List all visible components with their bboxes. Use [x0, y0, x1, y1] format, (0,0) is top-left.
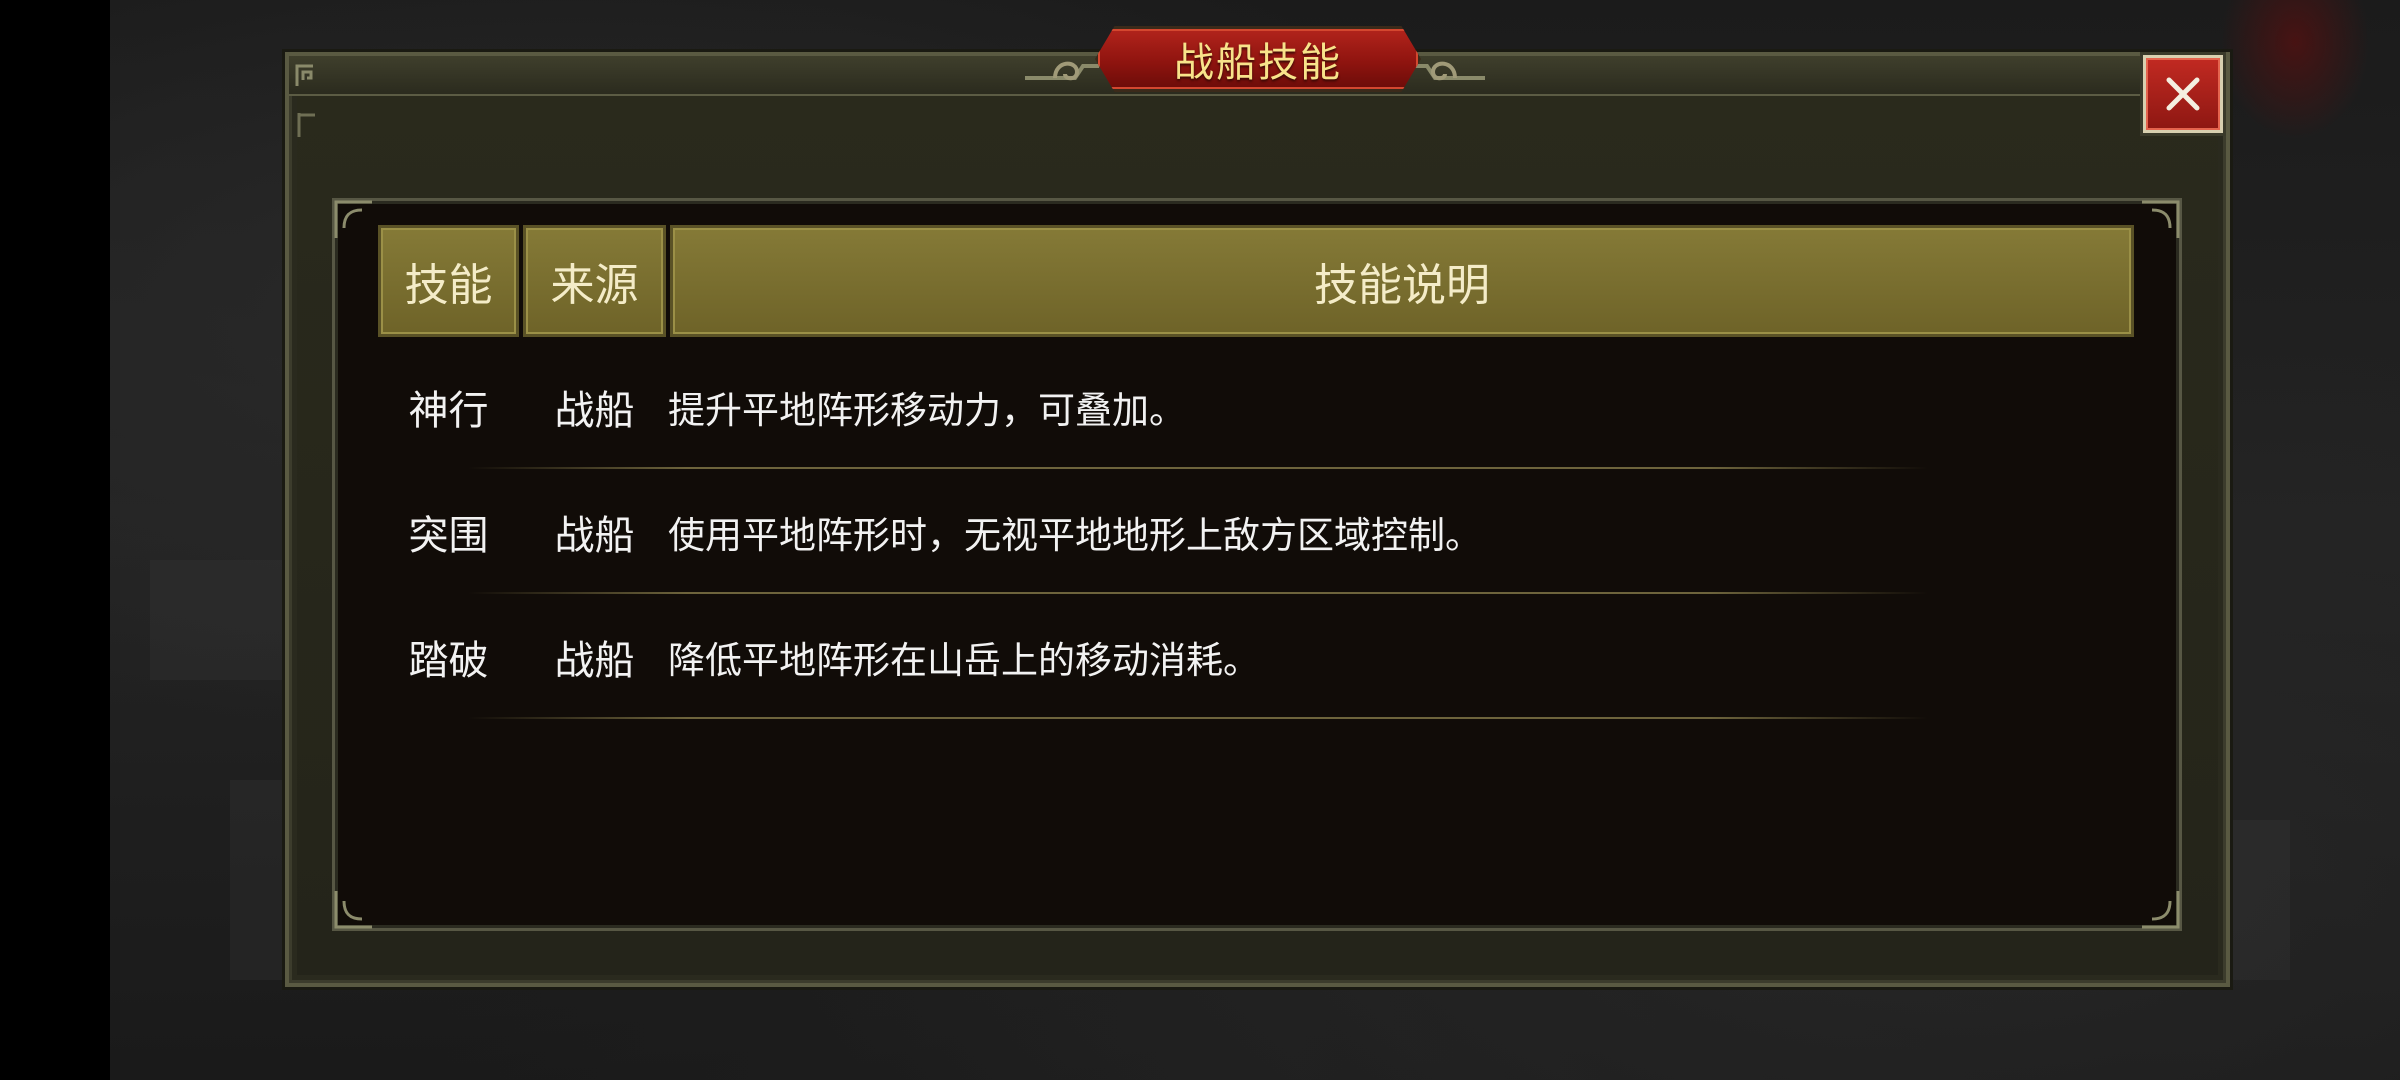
- skill-description: 使用平地阵形时，无视平地地形上敌方区域控制。: [668, 514, 1482, 557]
- row-divider: [468, 592, 1928, 594]
- dialog-title-plate: 战船技能: [1025, 20, 1485, 96]
- header-description: 技能说明: [670, 225, 2134, 337]
- background-banner: [2220, 0, 2370, 140]
- skill-source: 战船: [554, 513, 635, 559]
- table-row: 踏破 战船 降低平地阵形在山岳上的移动消耗。: [378, 595, 2134, 719]
- table-row: 突围 战船 使用平地阵形时，无视平地地形上敌方区域控制。: [378, 470, 2134, 594]
- corner-ornament-icon: [295, 60, 341, 90]
- corner-ornament-icon: [295, 111, 341, 141]
- skill-name: 神行: [408, 388, 489, 434]
- row-divider: [468, 467, 1928, 469]
- close-button[interactable]: [2143, 55, 2223, 133]
- panel-corner-icon: [2136, 198, 2182, 244]
- table-row: 神行 战船 提升平地阵形移动力，可叠加。: [378, 345, 2134, 469]
- header-source: 来源: [523, 225, 666, 337]
- title-plate-background: 战船技能: [1095, 26, 1421, 92]
- skill-name: 突围: [408, 513, 489, 559]
- close-x-icon: [2166, 77, 2200, 111]
- skill-source: 战船: [554, 388, 635, 434]
- skill-description: 提升平地阵形移动力，可叠加。: [668, 389, 1186, 432]
- header-skill: 技能: [378, 225, 519, 337]
- game-screen: 战船技能 技能 来源 技能说明 神行 战船 提升平地阵形移动力，可叠加。 突围 …: [0, 0, 2400, 1080]
- skill-description: 降低平地阵形在山岳上的移动消耗。: [668, 639, 1260, 682]
- panel-corner-icon: [2136, 885, 2182, 931]
- panel-corner-icon: [332, 198, 378, 244]
- row-divider: [468, 717, 1928, 719]
- skill-name: 踏破: [408, 638, 489, 684]
- dialog-title: 战船技能: [1174, 40, 1342, 86]
- skill-source: 战船: [554, 638, 635, 684]
- panel-corner-icon: [332, 885, 378, 931]
